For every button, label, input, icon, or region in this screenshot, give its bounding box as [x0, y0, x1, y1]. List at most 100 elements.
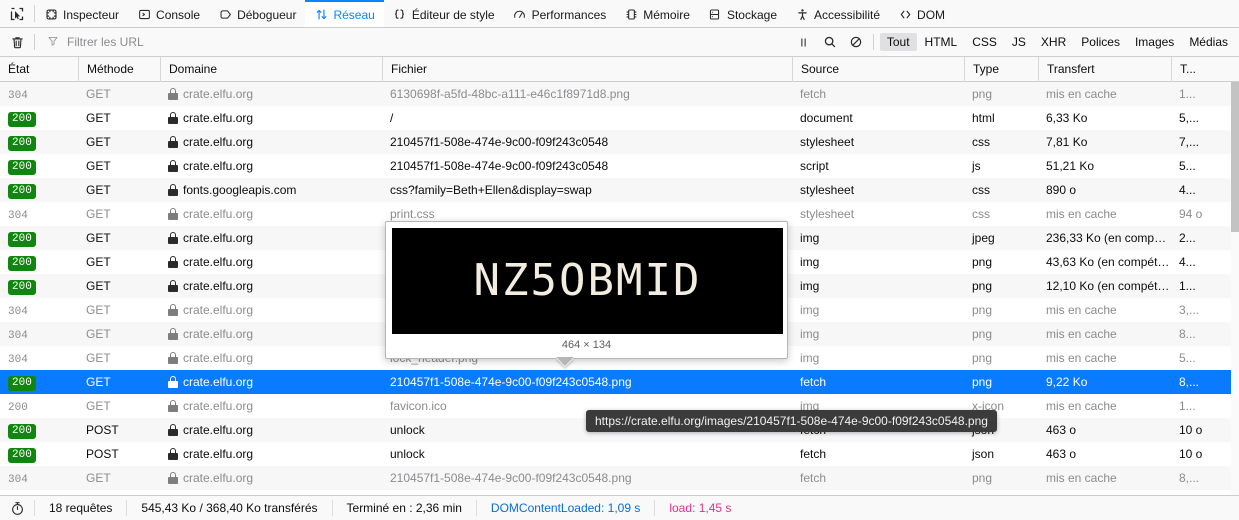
column-header-etat[interactable]: État [0, 57, 78, 82]
cell-temps: 2... [1179, 231, 1196, 245]
cell-temps: 4... [1179, 255, 1196, 269]
lock-icon [168, 280, 178, 292]
storage-icon [708, 8, 722, 22]
search-icon[interactable] [817, 31, 843, 53]
vertical-scrollbar[interactable] [1231, 82, 1239, 495]
filter-html[interactable]: HTML [918, 33, 965, 51]
domain-text: crate.elfu.org [183, 159, 254, 173]
column-header-temps[interactable]: T... [1171, 56, 1231, 82]
cell-fichier: 210457f1-508e-474e-9c00-f09f243c0548 [390, 135, 609, 149]
lock-icon [168, 112, 178, 124]
status-code: 304 [8, 305, 28, 318]
devtools-window: Inspecteur Console Débogueur Réseau Édit… [0, 0, 1239, 520]
cell-etat: 304 [0, 327, 78, 342]
lock-icon [168, 208, 178, 220]
filter-polices[interactable]: Polices [1074, 33, 1127, 51]
lock-icon [168, 328, 178, 340]
cell-etat: 200 [0, 230, 78, 247]
filter-images[interactable]: Images [1128, 33, 1181, 51]
table-row[interactable]: 200 GET crate.elfu.org 210457f1-508e-474e-9… [0, 154, 1231, 178]
cell-source: stylesheet [800, 135, 855, 149]
status-code: 200 [8, 401, 28, 414]
cell-transfert: 890 o [1046, 183, 1077, 197]
cell-type: jpeg [972, 231, 995, 245]
lock-icon [168, 448, 178, 460]
cell-source: img [800, 231, 820, 245]
column-header-type[interactable]: Type [964, 56, 1038, 82]
status-code: 304 [8, 353, 28, 366]
stopwatch-icon[interactable] [0, 501, 34, 516]
style-editor-icon [393, 8, 407, 22]
status-code: 304 [8, 329, 28, 342]
filter-tout[interactable]: Tout [879, 33, 917, 51]
cell-methode: POST [86, 447, 119, 461]
url-filter-container[interactable] [41, 31, 785, 53]
filter-css[interactable]: CSS [965, 33, 1004, 51]
tab-reseau[interactable]: Réseau [305, 0, 384, 27]
tab-stockage[interactable]: Stockage [699, 0, 786, 27]
tab-memoire[interactable]: Mémoire [615, 0, 699, 27]
tab-console[interactable]: Console [128, 0, 209, 27]
devtools-tablist: Inspecteur Console Débogueur Réseau Édit… [35, 0, 954, 27]
cell-methode: GET [86, 471, 111, 485]
element-picker-icon[interactable] [0, 0, 34, 27]
tab-accessibilite[interactable]: Accessibilité [786, 0, 889, 27]
column-header-source[interactable]: Source [792, 56, 964, 82]
table-row[interactable]: 200 GET fonts.googleapis.com css?family=Bet… [0, 178, 1231, 202]
table-row[interactable]: 304 GET crate.elfu.org 6130698f-a5fd-48bc-a… [0, 82, 1231, 106]
status-badge: 200 [8, 183, 36, 199]
pause-icon[interactable] [791, 31, 817, 53]
table-row[interactable]: 200 GET crate.elfu.org / document html 6,33 Ko… [0, 106, 1231, 130]
cell-type: js [972, 159, 981, 173]
cell-fichier: 210457f1-508e-474e-9c00-f09f243c0548.png [390, 375, 632, 389]
tab-performances[interactable]: Performances [504, 0, 616, 27]
cell-etat: 304 [0, 207, 78, 222]
cell-etat: 200 [0, 374, 78, 391]
table-row[interactable]: 304 GET crate.elfu.org 210457f1-508e-474e-9… [0, 466, 1231, 490]
column-header-methode[interactable]: Méthode [78, 56, 160, 82]
lock-icon [168, 376, 178, 388]
tab-label: Console [156, 7, 201, 22]
search-input[interactable] [65, 34, 779, 50]
tab-debogueur[interactable]: Débogueur [209, 0, 305, 27]
cell-etat: 200 [0, 158, 78, 175]
trash-icon[interactable] [0, 35, 34, 50]
tab-label: Mémoire [643, 7, 690, 22]
debugger-icon [218, 8, 232, 22]
cell-domaine: crate.elfu.org [160, 351, 382, 365]
cell-transfert: 463 o [1046, 447, 1077, 461]
cell-transfert: mis en cache [1046, 303, 1117, 317]
cell-temps: 1... [1179, 279, 1196, 293]
cell-domaine: crate.elfu.org [160, 423, 382, 437]
cell-transfert: mis en cache [1046, 327, 1117, 341]
column-header-transfert[interactable]: Transfert [1038, 56, 1171, 82]
tab-inspecteur[interactable]: Inspecteur [35, 0, 128, 27]
filter-medias[interactable]: Médias [1182, 33, 1235, 51]
devtools-tabstrip: Inspecteur Console Débogueur Réseau Édit… [0, 0, 1239, 28]
filter-xhr[interactable]: XHR [1034, 33, 1073, 51]
cell-etat: 200 [0, 134, 78, 151]
tab-label: Stockage [726, 7, 777, 22]
block-icon[interactable] [843, 31, 869, 53]
column-header-domaine[interactable]: Domaine [160, 56, 382, 82]
column-header-fichier[interactable]: Fichier [382, 56, 792, 82]
status-badge: 200 [8, 255, 36, 271]
cell-domaine: crate.elfu.org [160, 231, 382, 245]
cell-methode: GET [86, 87, 111, 101]
scrollbar-thumb[interactable] [1231, 82, 1239, 232]
cell-source: fetch [800, 375, 827, 389]
cell-domaine: crate.elfu.org [160, 399, 382, 413]
filter-js[interactable]: JS [1005, 33, 1033, 51]
lock-icon [168, 160, 178, 172]
table-row[interactable]: 200 POST crate.elfu.org unlock fetch json 463 … [0, 442, 1231, 466]
tab-dom[interactable]: DOM [889, 0, 954, 27]
cell-source: img [800, 303, 820, 317]
cell-transfert: 463 o [1046, 423, 1077, 437]
status-badge: 200 [8, 423, 36, 439]
tab-editeur-de-style[interactable]: Éditeur de style [384, 0, 504, 27]
table-row[interactable]: 200 GET crate.elfu.org 210457f1-508e-474e-9… [0, 370, 1231, 394]
cell-type: css [972, 183, 990, 197]
cell-temps: 94 o [1179, 207, 1203, 221]
domain-text: crate.elfu.org [183, 111, 254, 125]
table-row[interactable]: 200 GET crate.elfu.org 210457f1-508e-474e-9… [0, 130, 1231, 154]
